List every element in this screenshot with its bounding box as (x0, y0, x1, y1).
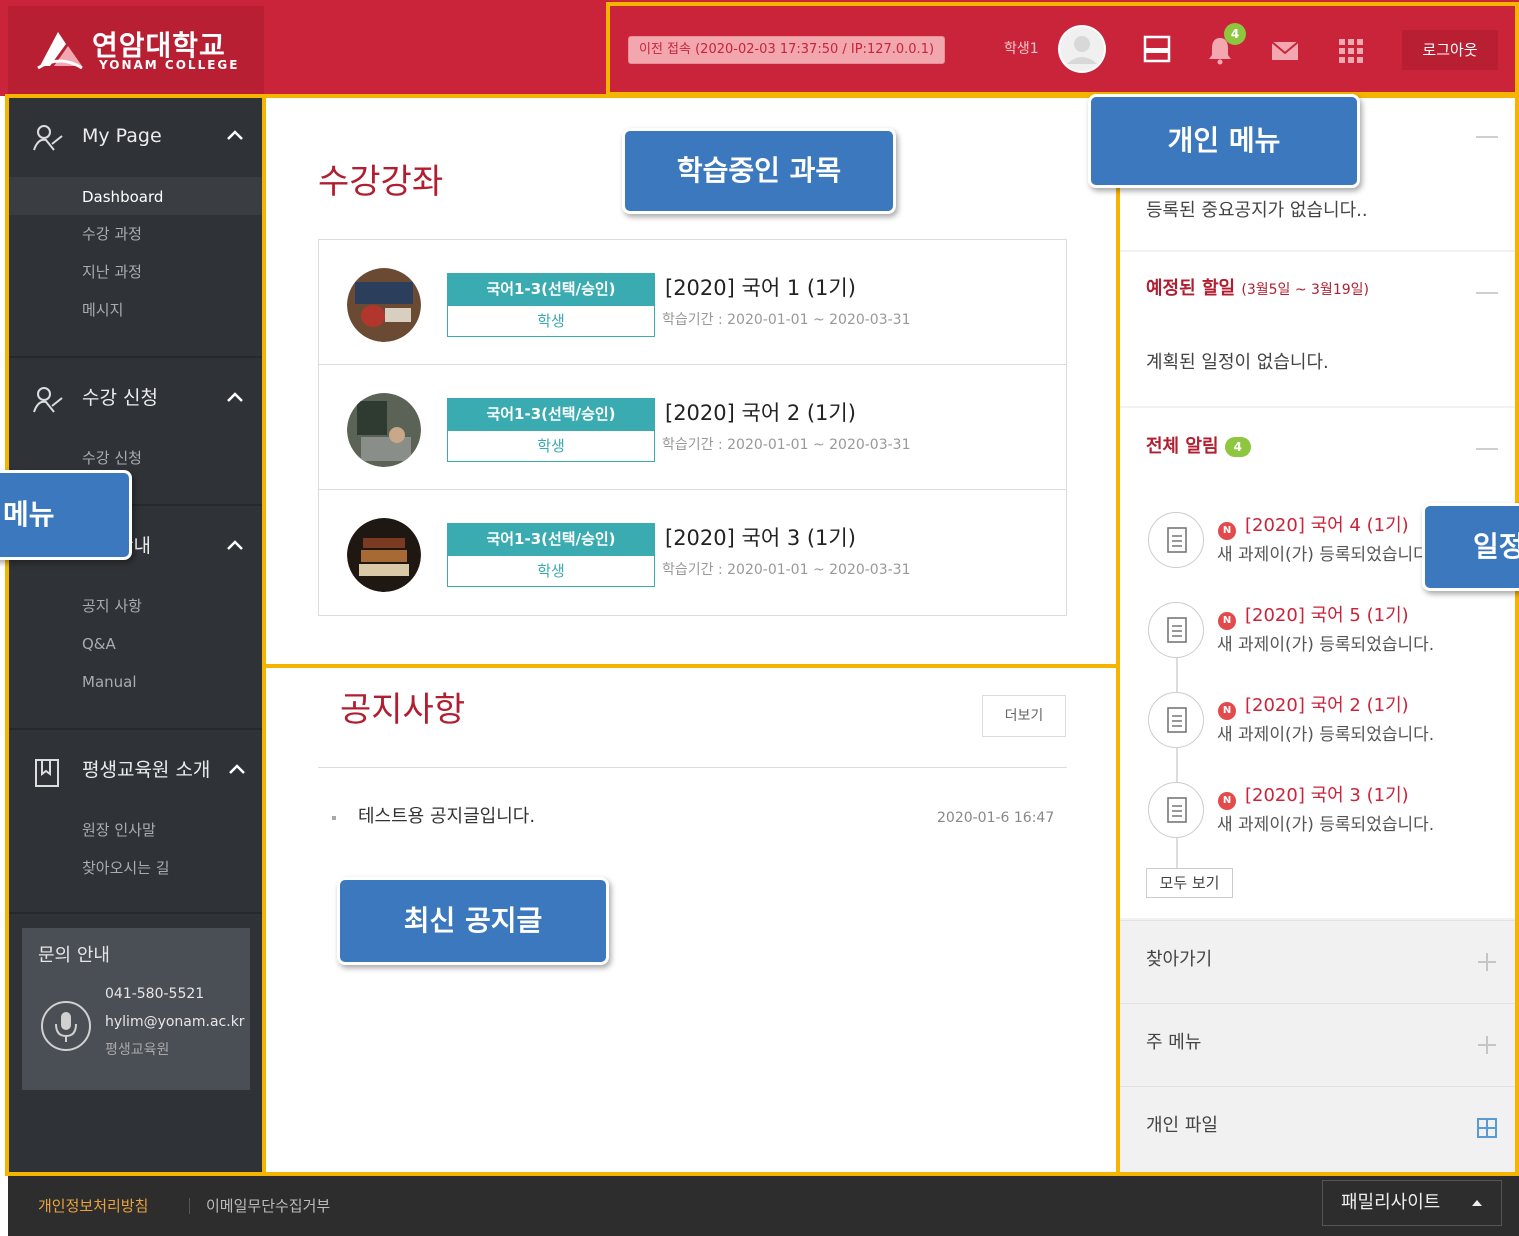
family-site-label: 패밀리사이트 (1341, 1192, 1441, 1213)
callout-menu: 메뉴 (0, 470, 132, 560)
family-site-select[interactable]: 패밀리사이트 (1322, 1180, 1502, 1226)
annotation-box-header (606, 2, 1519, 96)
annotation-box-sidebar (5, 94, 266, 1176)
callout-latest-notice: 최신 공지글 (337, 877, 609, 965)
footer-divider (189, 1198, 190, 1214)
privacy-policy-link[interactable]: 개인정보처리방침 (38, 1196, 148, 1216)
page-root: { "header": { "logo_kr": "연암대학교", "logo_… (0, 0, 1519, 1236)
caret-up-icon (1472, 1200, 1482, 1206)
annotation-box-right (1116, 94, 1519, 1176)
logo-english: YONAM COLLEGE (99, 58, 240, 72)
callout-courses: 학습중인 과목 (622, 128, 896, 214)
callout-schedule: 일정 (1422, 503, 1519, 591)
email-policy-link[interactable]: 이메일무단수집거부 (206, 1196, 330, 1216)
footer: 개인정보처리방침 이메일무단수집거부 패밀리사이트 (8, 1176, 1519, 1236)
callout-personal-menu: 개인 메뉴 (1088, 94, 1360, 188)
college-logo-icon (37, 32, 83, 70)
